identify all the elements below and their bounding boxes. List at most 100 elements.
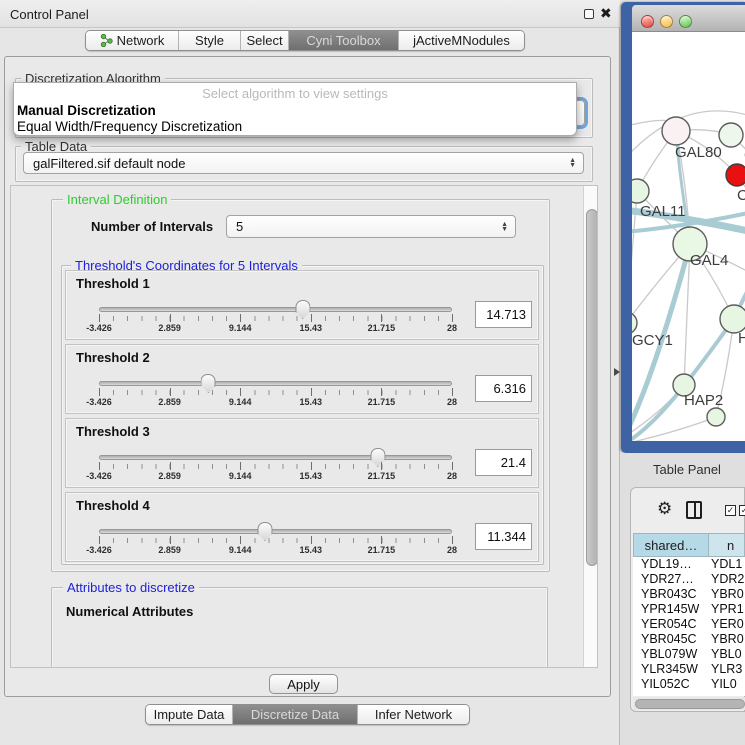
threshold-1-slider[interactable]: -3.426 2.859 9.144 15.43 21.715 28 bbox=[99, 299, 452, 323]
settings-scroll-area: Interval Definition Number of Intervals … bbox=[10, 185, 598, 668]
table-horizontal-scrollbar[interactable] bbox=[633, 697, 745, 710]
checkbox-icon[interactable]: ✓ bbox=[725, 505, 736, 516]
tab-cyni-toolbox[interactable]: Cyni Toolbox bbox=[289, 31, 399, 50]
network-icon bbox=[100, 34, 113, 47]
table-row[interactable]: YIL052CYIL0 bbox=[633, 677, 745, 692]
tick-label: 15.43 bbox=[300, 323, 323, 333]
tick-label: 28 bbox=[447, 471, 457, 481]
threshold-3-slider[interactable]: -3.426 2.859 9.144 15.43 21.715 28 bbox=[99, 447, 452, 471]
node-partial-h[interactable] bbox=[720, 305, 745, 333]
minimize-traffic-light-icon[interactable] bbox=[660, 15, 673, 28]
tab-jactivemnodules-label: jActiveMNodules bbox=[413, 33, 510, 48]
tick-label: 9.144 bbox=[229, 471, 252, 481]
cell[interactable]: YBL079W bbox=[633, 647, 707, 662]
tab-discretize-data[interactable]: Discretize Data bbox=[233, 705, 358, 724]
cell[interactable]: YBR0 bbox=[707, 632, 745, 647]
bottom-tab-bar: Impute Data Discretize Data Infer Networ… bbox=[145, 704, 470, 725]
tick-label: 15.43 bbox=[300, 545, 323, 555]
cell[interactable]: YIL0 bbox=[707, 677, 745, 692]
cell[interactable]: YDR27… bbox=[633, 572, 707, 587]
threshold-2-slider[interactable]: -3.426 2.859 9.144 15.43 21.715 28 bbox=[99, 373, 452, 397]
tick-label: 28 bbox=[447, 323, 457, 333]
table-row[interactable]: YBR045CYBR0 bbox=[633, 632, 745, 647]
tick-label: 21.715 bbox=[368, 545, 396, 555]
cell[interactable]: YLR345W bbox=[633, 662, 707, 677]
columns-icon[interactable] bbox=[686, 501, 702, 519]
column-header-shared[interactable]: shared… bbox=[633, 533, 709, 557]
cyni-toolbox-panel: Discretization Algorithm ▲▼ Table Data g… bbox=[4, 56, 611, 697]
tab-select[interactable]: Select bbox=[241, 31, 289, 50]
popup-option-equal-width[interactable]: Equal Width/Frequency Discretization bbox=[17, 119, 242, 134]
node-label: GAL4 bbox=[690, 252, 728, 269]
attributes-group-title: Attributes to discretize bbox=[63, 580, 199, 595]
popup-option-manual-discretization[interactable]: Manual Discretization bbox=[17, 103, 156, 118]
threshold-2-value-field[interactable]: 6.316 bbox=[475, 375, 532, 402]
slider-minor-ticks bbox=[99, 538, 453, 543]
cell[interactable]: YPR145W bbox=[633, 602, 707, 617]
cell[interactable]: YBR0 bbox=[707, 587, 745, 602]
cell[interactable]: YBL0 bbox=[707, 647, 745, 662]
table-row[interactable]: YDL19…YDL1 bbox=[633, 557, 745, 572]
slider-track[interactable] bbox=[99, 307, 452, 312]
number-of-intervals-label: Number of Intervals bbox=[91, 219, 213, 234]
tab-discretize-data-label: Discretize Data bbox=[251, 707, 339, 722]
threshold-1-value-field[interactable]: 14.713 bbox=[475, 301, 532, 328]
cell[interactable]: YLR3 bbox=[707, 662, 745, 677]
node-gal80[interactable] bbox=[662, 117, 690, 145]
node-bottom[interactable] bbox=[707, 408, 725, 426]
node-gal11[interactable] bbox=[632, 179, 649, 203]
cell[interactable]: YDR2 bbox=[707, 572, 745, 587]
slider-track[interactable] bbox=[99, 381, 452, 386]
threshold-4-value-field[interactable]: 11.344 bbox=[475, 523, 532, 550]
node-selected-red[interactable] bbox=[726, 164, 745, 186]
float-window-icon[interactable] bbox=[584, 9, 594, 19]
threshold-4-slider[interactable]: -3.426 2.859 9.144 15.43 21.715 28 bbox=[99, 521, 452, 545]
table-row[interactable]: YBL079WYBL0 bbox=[633, 647, 745, 662]
threshold-3-value-field[interactable]: 21.4 bbox=[475, 449, 532, 476]
cell[interactable]: YER054C bbox=[633, 617, 707, 632]
node-label: HAP2 bbox=[684, 392, 723, 409]
node-gcy1[interactable] bbox=[632, 312, 637, 334]
tab-jactivemnodules[interactable]: jActiveMNodules bbox=[399, 31, 524, 50]
table-panel-title: Table Panel bbox=[653, 462, 721, 477]
table-row[interactable]: YER054CYER0 bbox=[633, 617, 745, 632]
interval-definition-title: Interval Definition bbox=[63, 192, 171, 207]
tab-impute-data[interactable]: Impute Data bbox=[146, 705, 233, 724]
slider-track[interactable] bbox=[99, 455, 452, 460]
cell[interactable]: YER0 bbox=[707, 617, 745, 632]
table-row[interactable]: YPR145WYPR1 bbox=[633, 602, 745, 617]
tick-label: 21.715 bbox=[368, 397, 396, 407]
close-traffic-light-icon[interactable] bbox=[641, 15, 654, 28]
checkbox-icon[interactable]: ✓ bbox=[739, 505, 745, 516]
table-horizontal-scrollbar-thumb[interactable] bbox=[635, 699, 745, 709]
table-row[interactable]: YLR345WYLR3 bbox=[633, 662, 745, 677]
node-partial-g[interactable] bbox=[719, 123, 743, 147]
cell[interactable]: YIL052C bbox=[633, 677, 707, 692]
cell[interactable]: YDL1 bbox=[707, 557, 745, 572]
cell[interactable]: YDL19… bbox=[633, 557, 707, 572]
cell[interactable]: YBR043C bbox=[633, 587, 707, 602]
threshold-2-label: Threshold 2 bbox=[76, 350, 150, 365]
tick-label: 21.715 bbox=[368, 323, 396, 333]
close-icon[interactable]: ✖ bbox=[600, 5, 612, 22]
table-row[interactable]: YDR27…YDR2 bbox=[633, 572, 745, 587]
tick-label: -3.426 bbox=[86, 545, 112, 555]
table-row[interactable]: YBR043CYBR0 bbox=[633, 587, 745, 602]
window-title: Control Panel bbox=[10, 7, 89, 22]
table-data-value: galFiltered.sif default node bbox=[33, 156, 185, 171]
apply-button[interactable]: Apply bbox=[269, 674, 338, 694]
cell[interactable]: YPR1 bbox=[707, 602, 745, 617]
cell[interactable]: YBR045C bbox=[633, 632, 707, 647]
tab-infer-network[interactable]: Infer Network bbox=[358, 705, 469, 724]
gear-icon[interactable]: ⚙ bbox=[657, 499, 672, 519]
zoom-traffic-light-icon[interactable] bbox=[679, 15, 692, 28]
settings-scrollbar[interactable] bbox=[583, 186, 598, 667]
tab-style[interactable]: Style bbox=[179, 31, 241, 50]
column-header-name[interactable]: n bbox=[709, 533, 745, 557]
table-data-combobox[interactable]: galFiltered.sif default node ▲▼ bbox=[23, 152, 584, 174]
settings-scrollbar-thumb[interactable] bbox=[586, 209, 598, 566]
network-canvas[interactable]: GAL80 G GAL11 C GAL4 GCY1 H HAP2 bbox=[632, 32, 745, 441]
number-of-intervals-combobox[interactable]: 5 ▲▼ bbox=[226, 215, 516, 238]
tab-network[interactable]: Network bbox=[86, 31, 179, 50]
slider-track[interactable] bbox=[99, 529, 452, 534]
